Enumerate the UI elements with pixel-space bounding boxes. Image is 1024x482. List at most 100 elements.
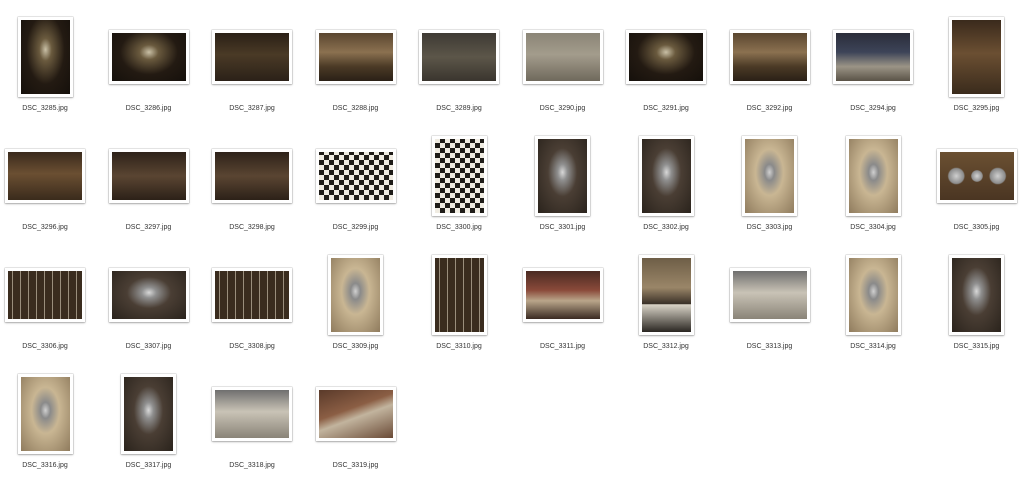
file-item[interactable]: DSC_3309.jpg — [306, 251, 406, 363]
file-name-label: DSC_3318.jpg — [192, 462, 312, 469]
image-thumbnail[interactable] — [432, 136, 487, 216]
file-item[interactable]: DSC_3298.jpg — [202, 132, 302, 244]
thumbnail-frame — [720, 132, 820, 220]
file-item[interactable]: DSC_3308.jpg — [202, 251, 302, 363]
file-name-label: DSC_3313.jpg — [710, 343, 830, 350]
file-item[interactable]: DSC_3307.jpg — [99, 251, 199, 363]
thumbnail-frame — [927, 13, 1024, 101]
file-item[interactable]: DSC_3311.jpg — [513, 251, 613, 363]
thumbnail-frame — [99, 251, 199, 339]
file-item[interactable]: DSC_3302.jpg — [616, 132, 716, 244]
image-thumbnail[interactable] — [212, 387, 292, 441]
thumbnail-frame — [0, 132, 95, 220]
file-item[interactable]: DSC_3290.jpg — [513, 13, 613, 125]
file-item[interactable]: DSC_3285.jpg — [0, 13, 95, 125]
image-thumbnail[interactable] — [937, 149, 1017, 203]
file-name-label: DSC_3292.jpg — [710, 105, 830, 112]
image-thumbnail[interactable] — [523, 268, 603, 322]
image-thumbnail[interactable] — [419, 30, 499, 84]
image-thumbnail[interactable] — [18, 17, 73, 97]
image-thumbnail[interactable] — [328, 255, 383, 335]
file-name-label: DSC_3300.jpg — [399, 224, 519, 231]
image-thumbnail[interactable] — [432, 255, 487, 335]
file-item[interactable]: DSC_3305.jpg — [927, 132, 1024, 244]
image-thumbnail[interactable] — [5, 149, 85, 203]
file-name-label: DSC_3312.jpg — [606, 343, 726, 350]
file-item[interactable]: DSC_3303.jpg — [720, 132, 820, 244]
image-thumbnail[interactable] — [5, 268, 85, 322]
file-item[interactable]: DSC_3300.jpg — [409, 132, 509, 244]
file-item[interactable]: DSC_3318.jpg — [202, 370, 302, 482]
file-name-label: DSC_3289.jpg — [399, 105, 519, 112]
file-name-label: DSC_3310.jpg — [399, 343, 519, 350]
image-thumbnail[interactable] — [316, 149, 396, 203]
file-item[interactable]: DSC_3306.jpg — [0, 251, 95, 363]
file-item[interactable]: DSC_3315.jpg — [927, 251, 1024, 363]
file-item[interactable]: DSC_3319.jpg — [306, 370, 406, 482]
file-name-label: DSC_3287.jpg — [192, 105, 312, 112]
file-item[interactable]: DSC_3294.jpg — [823, 13, 923, 125]
file-name-label: DSC_3305.jpg — [917, 224, 1024, 231]
file-item[interactable]: DSC_3310.jpg — [409, 251, 509, 363]
file-name-label: DSC_3308.jpg — [192, 343, 312, 350]
thumbnail-frame — [513, 251, 613, 339]
file-item[interactable]: DSC_3291.jpg — [616, 13, 716, 125]
file-item[interactable]: DSC_3289.jpg — [409, 13, 509, 125]
image-thumbnail[interactable] — [109, 149, 189, 203]
image-thumbnail[interactable] — [949, 255, 1004, 335]
thumbnail-frame — [927, 132, 1024, 220]
file-item[interactable]: DSC_3317.jpg — [99, 370, 199, 482]
thumbnail-frame — [306, 251, 406, 339]
image-thumbnail[interactable] — [730, 30, 810, 84]
file-item[interactable]: DSC_3292.jpg — [720, 13, 820, 125]
file-item[interactable]: DSC_3301.jpg — [513, 132, 613, 244]
image-thumbnail[interactable] — [523, 30, 603, 84]
image-thumbnail[interactable] — [109, 30, 189, 84]
image-thumbnail[interactable] — [18, 374, 73, 454]
thumbnail-frame — [616, 251, 716, 339]
file-item[interactable]: DSC_3314.jpg — [823, 251, 923, 363]
thumbnail-frame — [409, 251, 509, 339]
image-thumbnail[interactable] — [730, 268, 810, 322]
file-item[interactable]: DSC_3316.jpg — [0, 370, 95, 482]
image-thumbnail[interactable] — [109, 268, 189, 322]
file-item[interactable]: DSC_3288.jpg — [306, 13, 406, 125]
file-item[interactable]: DSC_3312.jpg — [616, 251, 716, 363]
file-item[interactable]: DSC_3295.jpg — [927, 13, 1024, 125]
file-item[interactable]: DSC_3297.jpg — [99, 132, 199, 244]
file-item[interactable]: DSC_3304.jpg — [823, 132, 923, 244]
image-thumbnail[interactable] — [742, 136, 797, 216]
image-thumbnail[interactable] — [316, 387, 396, 441]
file-name-label: DSC_3299.jpg — [296, 224, 416, 231]
file-item[interactable]: DSC_3299.jpg — [306, 132, 406, 244]
image-thumbnail[interactable] — [212, 149, 292, 203]
thumbnail-frame — [823, 13, 923, 101]
thumbnail-frame — [513, 13, 613, 101]
thumbnail-frame — [927, 251, 1024, 339]
image-thumbnail[interactable] — [212, 268, 292, 322]
image-thumbnail[interactable] — [846, 136, 901, 216]
image-thumbnail[interactable] — [626, 30, 706, 84]
image-thumbnail[interactable] — [639, 136, 694, 216]
image-thumbnail[interactable] — [535, 136, 590, 216]
thumbnail-frame — [823, 251, 923, 339]
file-item[interactable]: DSC_3286.jpg — [99, 13, 199, 125]
thumbnail-frame — [720, 13, 820, 101]
file-item[interactable]: DSC_3313.jpg — [720, 251, 820, 363]
file-name-label: DSC_3297.jpg — [89, 224, 209, 231]
file-name-label: DSC_3311.jpg — [503, 343, 623, 350]
image-thumbnail[interactable] — [212, 30, 292, 84]
image-thumbnail[interactable] — [639, 255, 694, 335]
image-thumbnail[interactable] — [121, 374, 176, 454]
image-thumbnail[interactable] — [949, 17, 1004, 97]
file-item[interactable]: DSC_3287.jpg — [202, 13, 302, 125]
file-icon-grid: DSC_3285.jpgDSC_3286.jpgDSC_3287.jpgDSC_… — [0, 0, 1024, 475]
file-name-label: DSC_3295.jpg — [917, 105, 1024, 112]
image-thumbnail[interactable] — [846, 255, 901, 335]
thumbnail-frame — [99, 13, 199, 101]
file-item[interactable]: DSC_3296.jpg — [0, 132, 95, 244]
thumbnail-frame — [409, 132, 509, 220]
thumbnail-frame — [409, 13, 509, 101]
image-thumbnail[interactable] — [833, 30, 913, 84]
image-thumbnail[interactable] — [316, 30, 396, 84]
